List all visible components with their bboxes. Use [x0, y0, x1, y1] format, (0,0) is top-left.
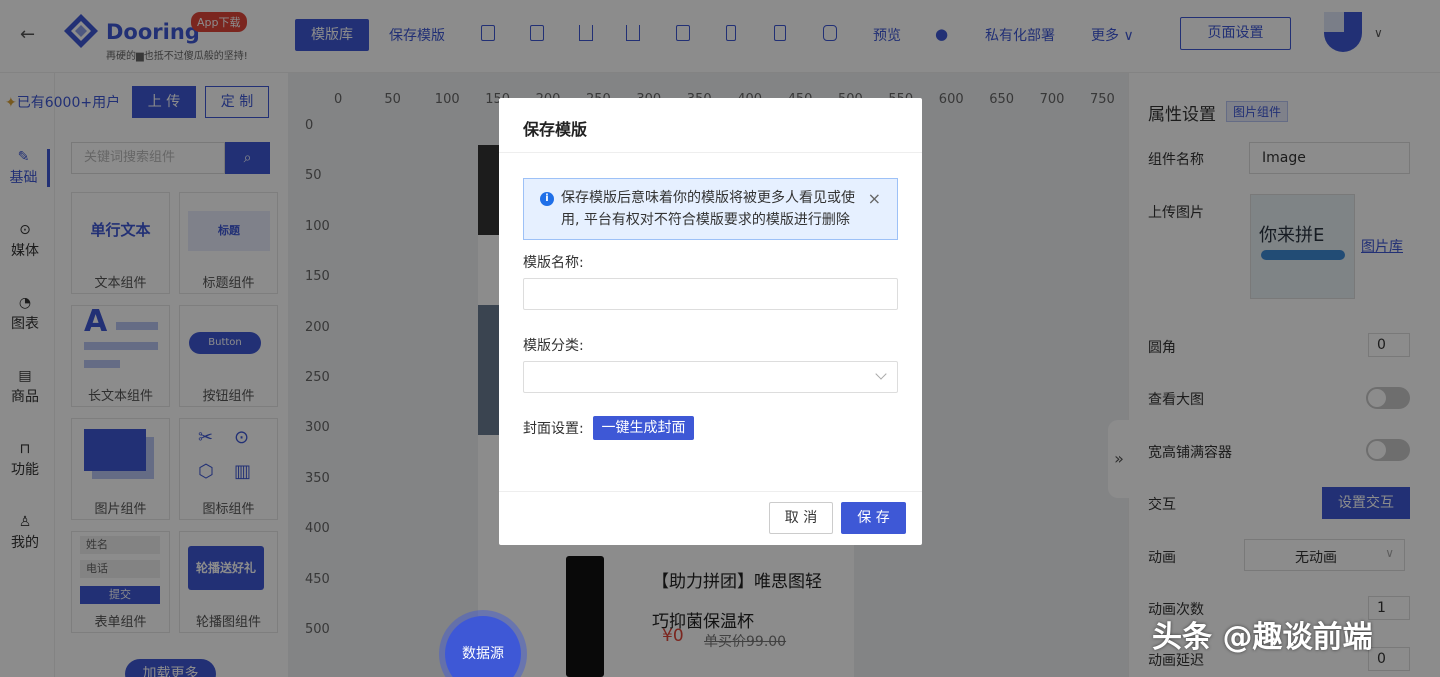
cancel-button[interactable]: 取 消	[769, 502, 833, 534]
template-category-label: 模版分类:	[523, 338, 584, 354]
save-button[interactable]: 保 存	[841, 502, 906, 534]
cover-setting-label: 封面设置:	[523, 421, 584, 437]
template-name-label: 模版名称:	[523, 255, 584, 271]
watermark-text: 头条 @趣谈前端	[1152, 620, 1373, 655]
alert-message: 保存模版后意味着你的模版将被更多人看见或使用, 平台有权对不符合模版要求的模版进…	[561, 190, 855, 228]
template-name-input[interactable]	[523, 278, 898, 310]
template-category-select[interactable]	[523, 361, 898, 393]
info-alert: i 保存模版后意味着你的模版将被更多人看见或使用, 平台有权对不符合模版要求的模…	[523, 178, 898, 240]
info-icon: i	[540, 192, 554, 206]
dialog-divider	[499, 152, 922, 153]
dialog-footer-divider	[499, 491, 922, 492]
dialog-title: 保存模版	[523, 120, 588, 139]
save-template-dialog: 保存模版 i 保存模版后意味着你的模版将被更多人看见或使用, 平台有权对不符合模…	[499, 98, 922, 545]
generate-cover-button[interactable]: 一键生成封面	[593, 416, 694, 440]
chevron-down-icon	[875, 368, 887, 380]
close-icon[interactable]: ×	[868, 189, 881, 208]
